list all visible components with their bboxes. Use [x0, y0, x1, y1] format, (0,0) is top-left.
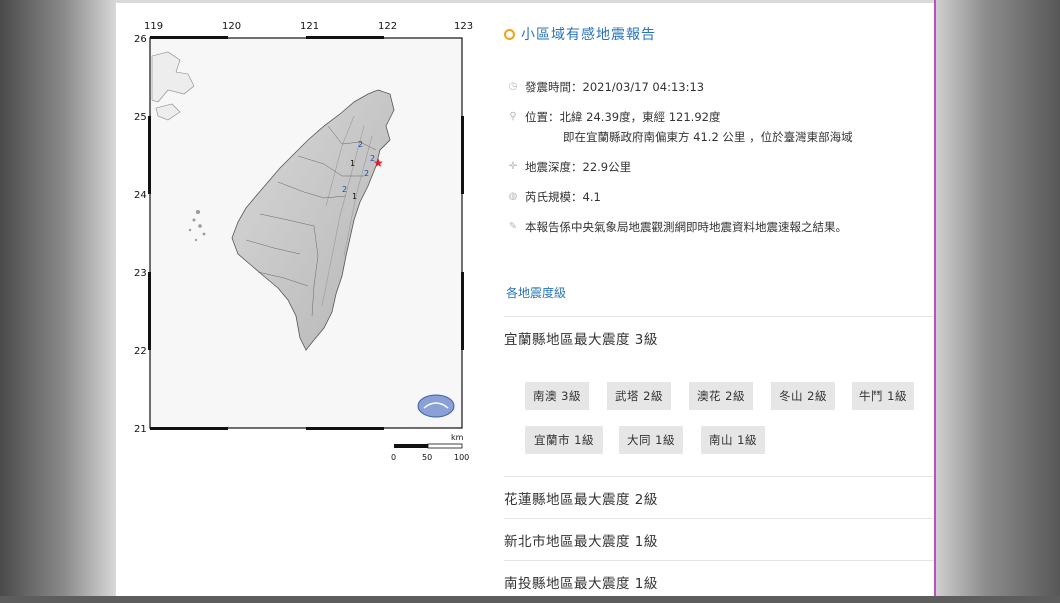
backdrop-left	[0, 0, 116, 596]
pencil-icon: ✎	[508, 221, 518, 232]
backdrop-right	[936, 0, 1060, 596]
lon-tick-121: 121	[300, 21, 319, 32]
intensity-section-link[interactable]: 各地震度級	[506, 284, 566, 301]
location-detail: 即在宜蘭縣政府南偏東方 41.2 公里 ，位於臺灣東部海域	[563, 130, 853, 144]
magnitude-icon: ◍	[508, 191, 518, 202]
scale-0: 0	[391, 453, 396, 462]
info-note: ✎ 本報告係中央氣象局地震觀測網即時地震資料地震速報之結果。	[506, 218, 847, 236]
lat-tick-25: 25	[134, 112, 147, 123]
lat-tick-22: 22	[134, 346, 147, 357]
station-chip: 南澳 3級	[525, 382, 589, 410]
lon-tick-119: 119	[144, 21, 163, 32]
lat-tick-21: 21	[134, 424, 147, 435]
magnitude-text: 芮氏規模：4.1	[525, 190, 601, 204]
report-title-text: 小區域有感地震報告	[521, 27, 656, 43]
station-chip: 牛鬥 1級	[852, 382, 914, 410]
earthquake-map: 119 120 121 122 123 26 25 24 23 22 21 2 …	[128, 16, 480, 466]
station-label: 1	[352, 192, 357, 201]
station-chip: 冬山 2級	[771, 382, 835, 410]
station-chip: 武塔 2級	[607, 382, 671, 410]
time-text: 發震時間：2021/03/17 04:13:13	[525, 80, 705, 94]
scale-bar: km 0 50 100	[391, 433, 469, 462]
lon-tick-123: 123	[454, 21, 473, 32]
report-title: 小區域有感地震報告	[504, 24, 656, 44]
depth-icon: ✛	[508, 161, 518, 172]
county-row-hualien[interactable]: 花蓮縣地區最大震度 2級	[504, 476, 934, 519]
station-chip: 大同 1級	[619, 426, 683, 454]
station-label: 2	[342, 185, 347, 194]
station-chip: 南山 1級	[701, 426, 765, 454]
scale-50: 50	[422, 453, 432, 462]
station-label: 2	[364, 169, 369, 178]
lat-tick-23: 23	[134, 268, 147, 279]
info-depth: ✛ 地震深度：22.9公里	[506, 158, 631, 176]
ring-icon	[504, 28, 515, 40]
lon-tick-122: 122	[378, 21, 397, 32]
location-text: 位置：北緯 24.39度，東經 121.92度	[525, 110, 721, 124]
lat-tick-26: 26	[134, 34, 147, 45]
top-strip	[116, 0, 936, 3]
info-time: ◷ 發震時間：2021/03/17 04:13:13	[506, 78, 704, 96]
location-pin-icon: ⚲	[509, 111, 517, 122]
cwb-logo	[417, 394, 455, 418]
note-text: 本報告係中央氣象局地震觀測網即時地震資料地震速報之結果。	[525, 220, 847, 234]
lon-tick-120: 120	[222, 21, 241, 32]
station-chip: 宜蘭市 1級	[525, 426, 603, 454]
station-label: 1	[350, 159, 355, 168]
station-chip: 澳花 2級	[689, 382, 753, 410]
info-location: ⚲ 位置：北緯 24.39度，東經 121.92度	[506, 108, 720, 126]
scale-100: 100	[454, 453, 469, 462]
station-label: 2	[358, 140, 363, 149]
accent-divider	[934, 0, 936, 596]
clock-icon: ◷	[508, 81, 518, 92]
county-row-yilan[interactable]: 宜蘭縣地區最大震度 3級	[504, 316, 934, 359]
scale-unit: km	[451, 433, 464, 442]
epicenter-star-icon: ★	[373, 156, 384, 170]
county-row-nantou[interactable]: 南投縣地區最大震度 1級	[504, 560, 934, 603]
info-magnitude: ◍ 芮氏規模：4.1	[506, 188, 601, 206]
lat-tick-24: 24	[134, 190, 147, 201]
depth-text: 地震深度：22.9公里	[525, 160, 632, 174]
county-row-newtaipei[interactable]: 新北市地區最大震度 1級	[504, 518, 934, 561]
